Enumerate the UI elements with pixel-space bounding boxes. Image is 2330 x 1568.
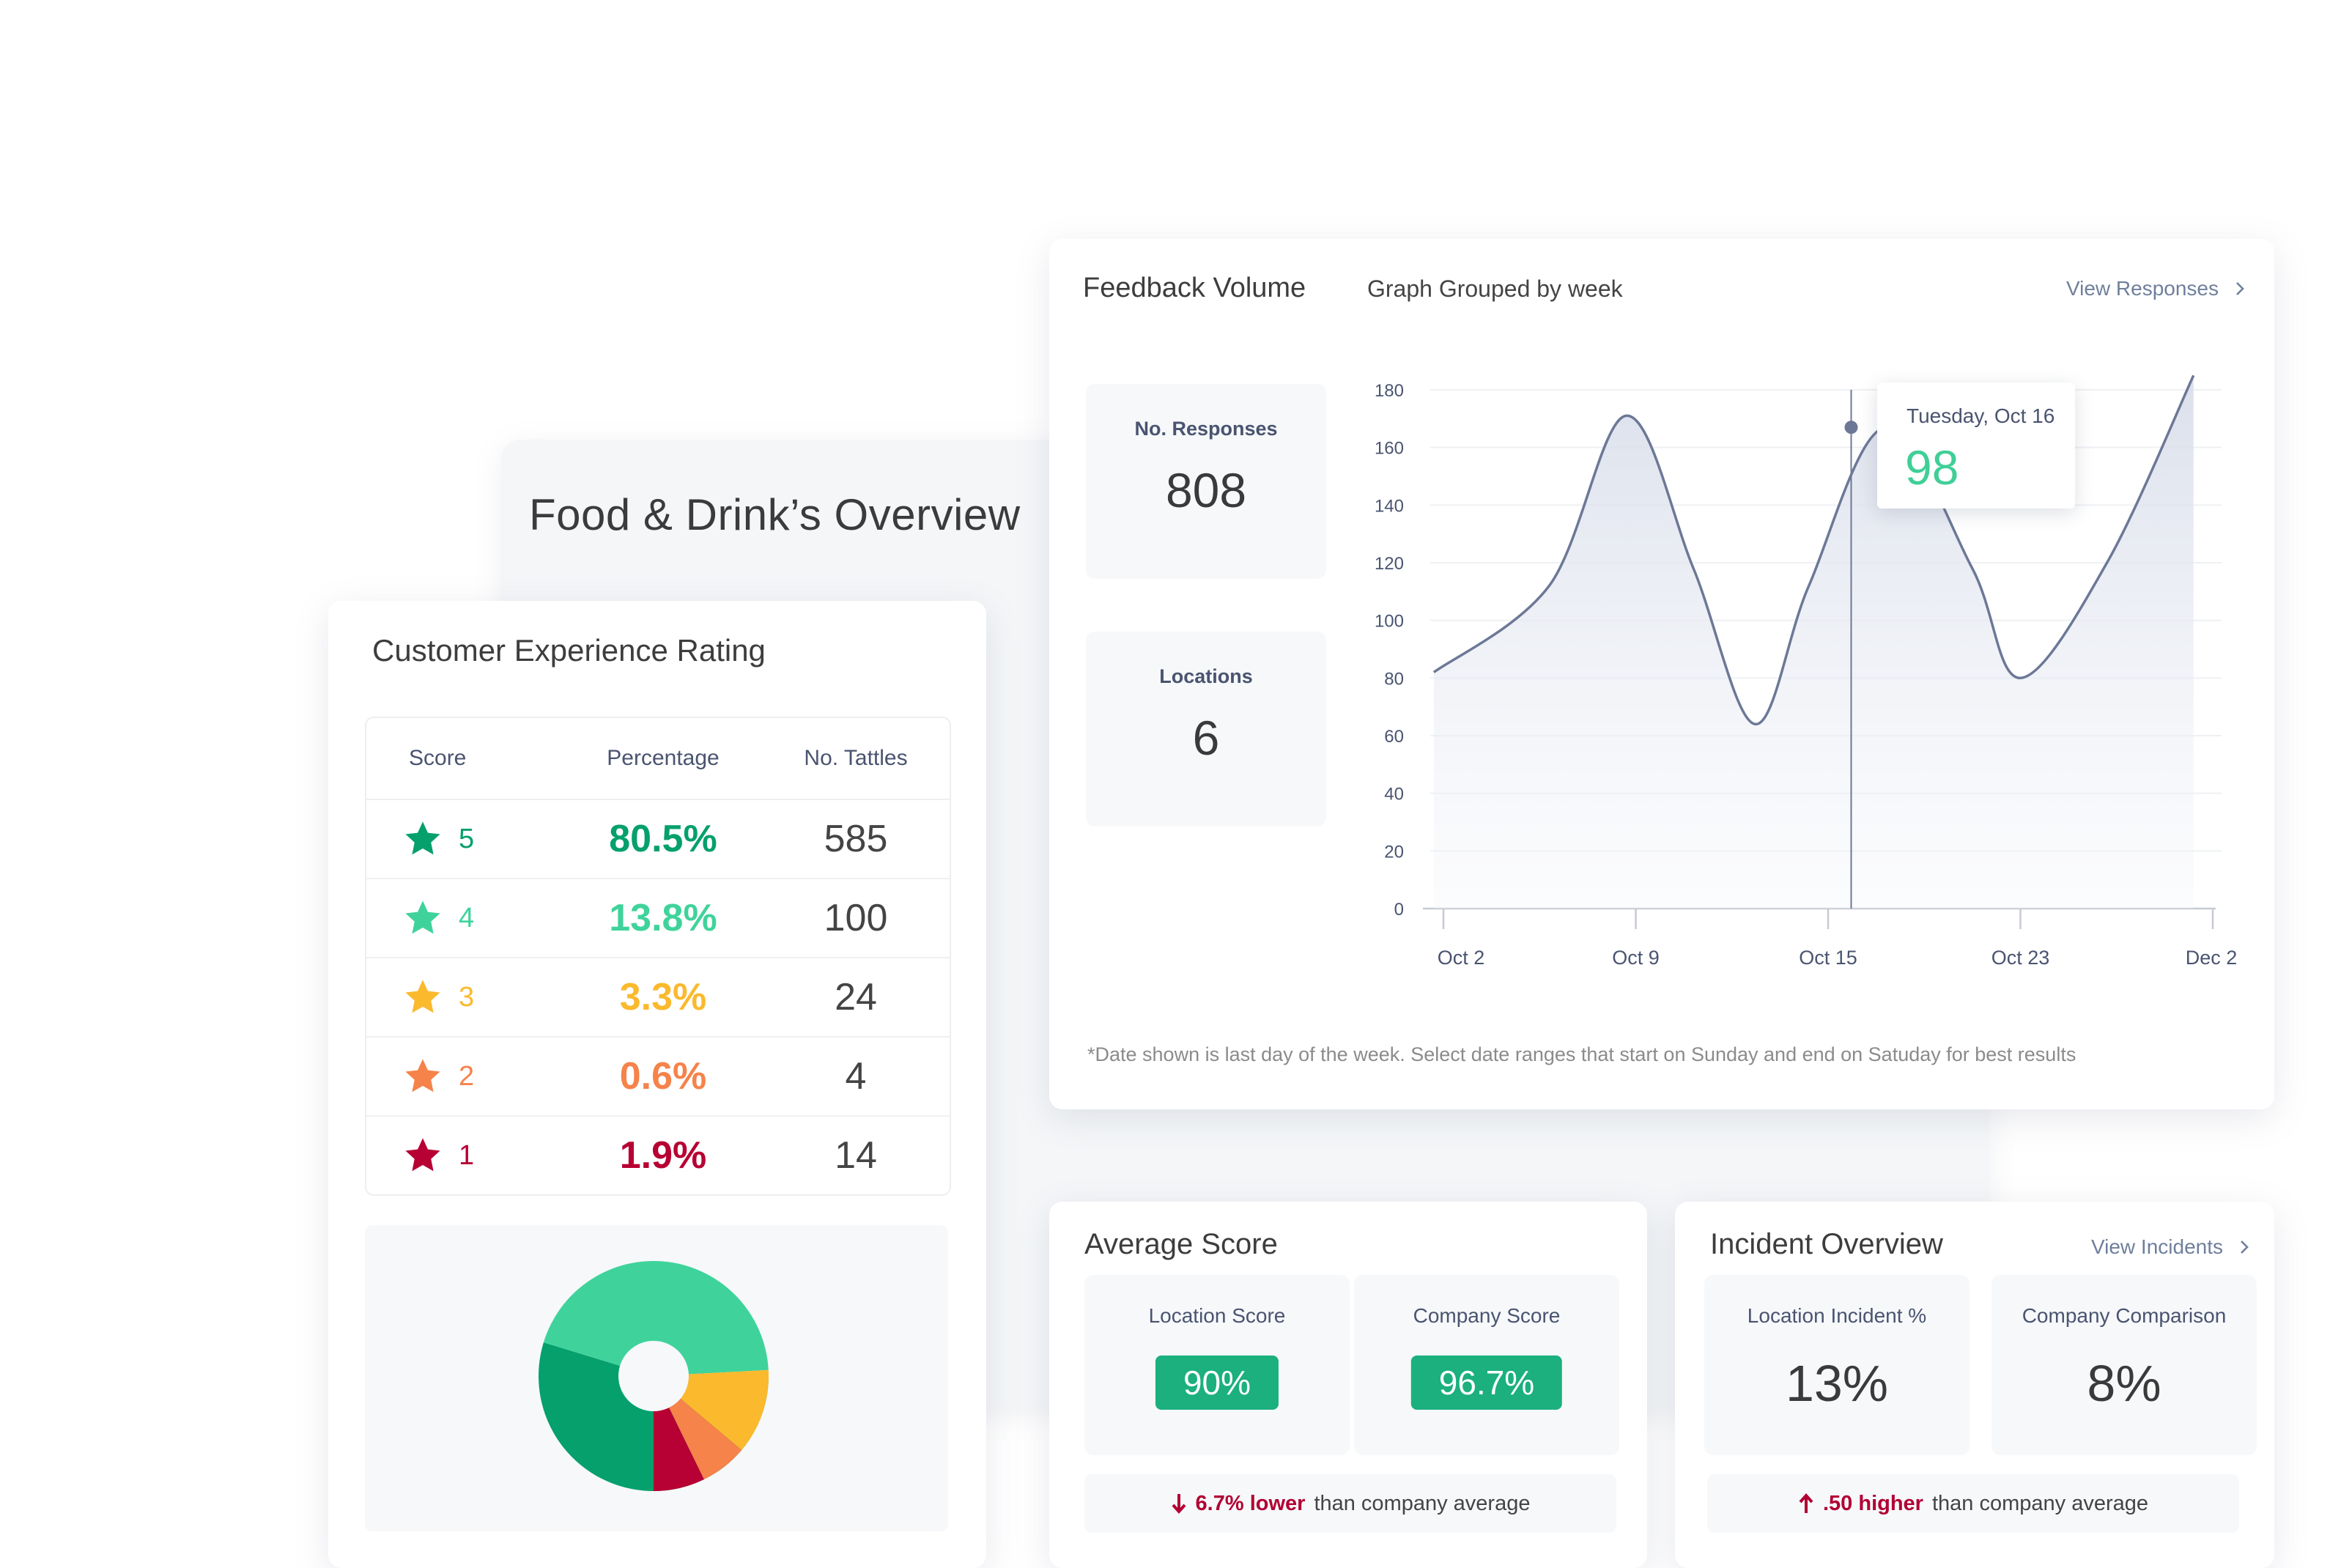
score-cell: 1 <box>366 1136 564 1175</box>
y-tick-label: 20 <box>1384 842 1404 862</box>
score-comparison-text: than company average <box>1314 1491 1531 1515</box>
rating-pie-chart <box>365 1225 948 1531</box>
area-fill <box>1433 375 2194 909</box>
feedback-volume-chart: 0 20 40 60 80 100 120 140 160 180 Oct 2 Oct 9 Oct 15… <box>1375 374 2238 969</box>
y-tick-label: 40 <box>1384 785 1404 805</box>
arrow-down-icon <box>1172 1494 1186 1515</box>
chart-tooltip: Tuesday, Oct 16 98 <box>1877 382 2075 509</box>
rating-table: Score Percentage No. Tattles 5 80.5% 585 4 1… <box>365 717 951 1196</box>
location-score-label: Location Score <box>1148 1304 1286 1327</box>
percentage-value: 3.3% <box>619 976 707 1018</box>
average-score-card: Average Score Location Score 90% Company… <box>1049 1202 1647 1568</box>
customer-experience-title: Customer Experience Rating <box>372 633 766 667</box>
view-incidents-label: View Incidents <box>2090 1235 2223 1258</box>
company-comparison-value: 8% <box>2087 1355 2161 1412</box>
count-value: 585 <box>824 818 888 860</box>
column-header-count[interactable]: No. Tattles <box>762 746 950 771</box>
rating-row[interactable]: 1 1.9% 14 <box>366 1117 950 1194</box>
company-score-label: Company Score <box>1413 1304 1561 1327</box>
count-value: 4 <box>845 1055 867 1098</box>
rating-row[interactable]: 4 13.8% 100 <box>366 879 950 958</box>
star-icon <box>405 980 440 1013</box>
incident-overview-title: Incident Overview <box>1710 1228 1943 1260</box>
location-score-badge: 90% <box>1155 1356 1279 1410</box>
count-value: 24 <box>835 976 877 1018</box>
score-cell: 2 <box>366 1057 564 1096</box>
location-score-box: Location Score 90% <box>1084 1275 1350 1455</box>
score-value: 3 <box>459 981 475 1013</box>
column-header-percentage[interactable]: Percentage <box>564 746 762 771</box>
feedback-volume-card: Feedback Volume Graph Grouped by week Vi… <box>1049 239 2274 1109</box>
star-icon <box>405 821 440 855</box>
company-comparison-box: Company Comparison 8% <box>1991 1275 2257 1455</box>
customer-experience-card: Customer Experience Rating Score Percent… <box>328 601 986 1568</box>
star-icon <box>405 1138 440 1172</box>
x-tick-label: Oct 2 <box>1438 947 1485 969</box>
y-tick-label: 0 <box>1394 900 1404 920</box>
y-tick-label: 120 <box>1375 554 1404 574</box>
incident-comparison: .50 higher than company average <box>1707 1474 2239 1533</box>
chart-footnote: *Date shown is last day of the week. Sel… <box>1087 1043 2076 1065</box>
rating-row[interactable]: 3 3.3% 24 <box>366 958 950 1038</box>
company-score-box: Company Score 96.7% <box>1354 1275 1619 1455</box>
x-tick-label: Oct 9 <box>1612 947 1660 969</box>
count-value: 14 <box>835 1134 877 1177</box>
rating-table-header: Score Percentage No. Tattles <box>366 718 950 800</box>
company-comparison-label: Company Comparison <box>2022 1304 2227 1327</box>
arrow-up-icon <box>1799 1493 1813 1513</box>
y-tick-label: 160 <box>1375 439 1404 459</box>
score-comparison: 6.7% lower than company average <box>1084 1474 1616 1533</box>
tooltip-date: Tuesday, Oct 16 <box>1906 404 2055 427</box>
x-tick-label: Oct 23 <box>1991 947 2050 969</box>
donut-hole <box>618 1341 689 1411</box>
hover-point <box>1844 421 1858 434</box>
y-tick-label: 140 <box>1375 496 1404 516</box>
score-comparison-highlight: 6.7% lower <box>1195 1491 1306 1515</box>
incident-comparison-text: than company average <box>1931 1491 2149 1515</box>
percentage-value: 1.9% <box>619 1134 707 1177</box>
y-tick-label: 180 <box>1375 381 1404 401</box>
score-value: 5 <box>459 823 475 854</box>
pie-svg <box>539 1261 769 1491</box>
location-incident-box: Location Incident % 13% <box>1704 1275 1970 1455</box>
count-value: 100 <box>824 897 888 939</box>
incident-comparison-highlight: .50 higher <box>1822 1491 1923 1515</box>
score-cell: 4 <box>366 898 564 938</box>
chevron-right-icon <box>2241 1240 2249 1254</box>
score-value: 1 <box>459 1139 475 1171</box>
percentage-value: 13.8% <box>609 897 717 939</box>
view-incidents-link[interactable]: View Incidents <box>2091 1235 2249 1259</box>
star-icon <box>405 901 440 934</box>
y-tick-label: 80 <box>1384 669 1404 689</box>
y-tick-label: 60 <box>1384 727 1404 747</box>
average-score-title: Average Score <box>1084 1228 1278 1260</box>
rating-row[interactable]: 2 0.6% 4 <box>366 1038 950 1117</box>
percentage-value: 80.5% <box>609 818 717 860</box>
location-incident-value: 13% <box>1785 1355 1889 1412</box>
rating-row[interactable]: 5 80.5% 585 <box>366 800 950 879</box>
company-score-badge: 96.7% <box>1410 1356 1563 1410</box>
star-icon <box>405 1059 440 1092</box>
percentage-value: 0.6% <box>619 1055 707 1098</box>
y-tick-label: 100 <box>1375 612 1404 632</box>
score-value: 4 <box>459 902 475 933</box>
location-incident-label: Location Incident % <box>1747 1304 1927 1327</box>
score-cell: 5 <box>366 819 564 859</box>
x-tick-label: Oct 15 <box>1799 947 1857 969</box>
tooltip-value: 98 <box>1905 440 1959 495</box>
column-header-score[interactable]: Score <box>366 746 564 771</box>
x-tick-label: Dec 2 <box>2186 947 2238 969</box>
score-value: 2 <box>459 1060 475 1092</box>
incident-overview-card: Incident Overview View Incidents Locatio… <box>1675 1202 2274 1568</box>
overview-title: Food & Drink’s Overview <box>529 490 1021 539</box>
score-cell: 3 <box>366 977 564 1017</box>
